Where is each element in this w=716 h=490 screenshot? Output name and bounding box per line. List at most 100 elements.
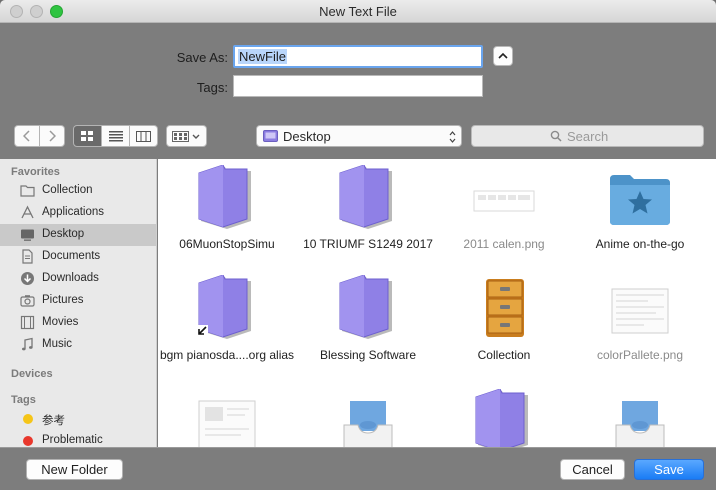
save-as-value: NewFile [238, 49, 287, 64]
search-icon [550, 130, 562, 142]
sidebar-item-desktop[interactable]: Desktop [0, 224, 156, 246]
sidebar-item-label: Applications [42, 206, 105, 218]
sidebar-item-documents[interactable]: Documents [0, 246, 156, 268]
save-button[interactable]: Save [634, 459, 704, 480]
screenshot-thumbnail-icon [611, 288, 669, 334]
document-icon [22, 249, 33, 264]
file-name: 10 TRIUMF S1249 2017 [303, 237, 433, 251]
sidebar-item-label: 参考 [42, 415, 65, 427]
blue-folder-icon [610, 175, 670, 225]
list-view-button[interactable] [101, 125, 130, 147]
camera-icon [20, 295, 35, 307]
purple-folder-icon [339, 275, 392, 339]
icon-view-button[interactable] [73, 125, 102, 147]
sidebar-item-label: Pictures [42, 294, 84, 306]
title-bar[interactable]: New Text File [0, 0, 716, 23]
file-browser-grid: 06MuonStopSimu 10 TRIUMF S1249 2017 2011… [158, 159, 716, 447]
alias-arrow-icon [196, 325, 208, 337]
chevron-up-icon [498, 52, 508, 59]
image-thumbnail-icon [473, 190, 535, 212]
file-name: 06MuonStopSimu [179, 237, 275, 251]
chevron-right-icon [49, 130, 57, 142]
purple-folder-icon [339, 165, 392, 229]
tags-label: Tags: [196, 80, 228, 95]
columns-icon [136, 131, 151, 142]
forward-button[interactable] [39, 125, 65, 147]
new-folder-button[interactable]: New Folder [26, 459, 123, 480]
search-input[interactable]: Search [471, 125, 704, 147]
back-button[interactable] [14, 125, 40, 147]
file-item[interactable]: Blessing Software [299, 273, 437, 385]
file-item[interactable] [299, 389, 437, 447]
file-item[interactable]: Anime on-the-go [571, 159, 709, 271]
sidebar-tag-problematic[interactable]: Problematic [0, 430, 156, 447]
sidebar-item-label: Music [42, 338, 73, 350]
window-title: New Text File [319, 4, 397, 19]
arrange-menu-button[interactable] [166, 125, 207, 147]
music-icon [22, 337, 33, 351]
file-item[interactable]: 2011 calen.png [435, 159, 573, 271]
favorites-heading: Favorites [11, 166, 60, 178]
file-name: Collection [477, 348, 531, 362]
devices-heading: Devices [11, 368, 53, 380]
sidebar-item-movies[interactable]: Movies [0, 312, 156, 334]
file-item[interactable] [435, 389, 573, 447]
file-item[interactable] [571, 389, 709, 447]
arrange-grid-icon [171, 131, 199, 142]
search-placeholder: Search [567, 129, 609, 144]
desktop-folder-icon [263, 130, 278, 142]
sidebar: Favorites Collection Applications Deskto… [0, 159, 157, 447]
sidebar-item-pictures[interactable]: Pictures [0, 290, 156, 312]
tags-heading: Tags [11, 394, 36, 406]
location-label: Desktop [283, 129, 331, 144]
inbox-tray-icon [615, 401, 665, 447]
file-item[interactable]: Collection [435, 273, 573, 385]
red-tag-dot [23, 436, 33, 446]
tags-input[interactable] [233, 75, 483, 97]
file-name: colorPallete.png [596, 348, 684, 362]
file-item[interactable]: 06MuonStopSimu [158, 159, 296, 271]
file-item[interactable] [158, 389, 296, 447]
sidebar-item-label: Documents [42, 250, 101, 262]
file-item[interactable]: colorPallete.png [571, 273, 709, 385]
save-dialog-window: New Text File Save As: NewFile Tags: Des… [0, 0, 716, 490]
location-popup[interactable]: Desktop [256, 125, 462, 147]
filing-cabinet-icon [486, 279, 524, 337]
updown-arrows-icon [449, 127, 456, 147]
file-name: Blessing Software [319, 348, 417, 362]
save-as-input[interactable]: NewFile [233, 45, 483, 68]
download-icon [21, 272, 34, 285]
list-icon [108, 131, 123, 142]
sidebar-item-label: Movies [42, 316, 79, 328]
file-name: 2011 calen.png [463, 237, 545, 251]
sidebar-item-label: Downloads [42, 272, 99, 284]
desktop-icon [21, 229, 34, 241]
sidebar-item-label: Collection [42, 184, 93, 196]
save-as-label: Save As: [176, 50, 228, 65]
collapse-panel-button[interactable] [493, 46, 513, 66]
screenshot-thumbnail-icon [198, 400, 256, 447]
file-item[interactable]: bgm pianosda....org alias [158, 273, 296, 385]
column-view-button[interactable] [129, 125, 158, 147]
bottom-bar: New Folder Cancel Save [0, 447, 716, 490]
inbox-tray-icon [343, 401, 393, 447]
applications-icon [21, 205, 34, 219]
grid-icon [81, 131, 93, 141]
film-icon [20, 315, 35, 330]
yellow-tag-dot [23, 414, 33, 424]
sidebar-tag-reference[interactable]: 参考 [0, 408, 156, 430]
sidebar-item-collection[interactable]: Collection [0, 180, 156, 202]
sidebar-item-label: Problematic [42, 434, 103, 446]
folder-icon [20, 185, 35, 197]
sidebar-item-downloads[interactable]: Downloads [0, 268, 156, 290]
sidebar-item-applications[interactable]: Applications [0, 202, 156, 224]
file-name: Anime on-the-go [595, 237, 685, 251]
file-item[interactable]: 10 TRIUMF S1249 2017 [299, 159, 437, 271]
cancel-button[interactable]: Cancel [560, 459, 625, 480]
sidebar-item-label: Desktop [42, 228, 85, 240]
file-name: bgm pianosda....org alias [159, 348, 295, 362]
sidebar-item-music[interactable]: Music [0, 334, 156, 356]
purple-folder-icon [475, 389, 528, 447]
chevron-left-icon [22, 130, 30, 142]
purple-folder-icon [198, 165, 251, 229]
